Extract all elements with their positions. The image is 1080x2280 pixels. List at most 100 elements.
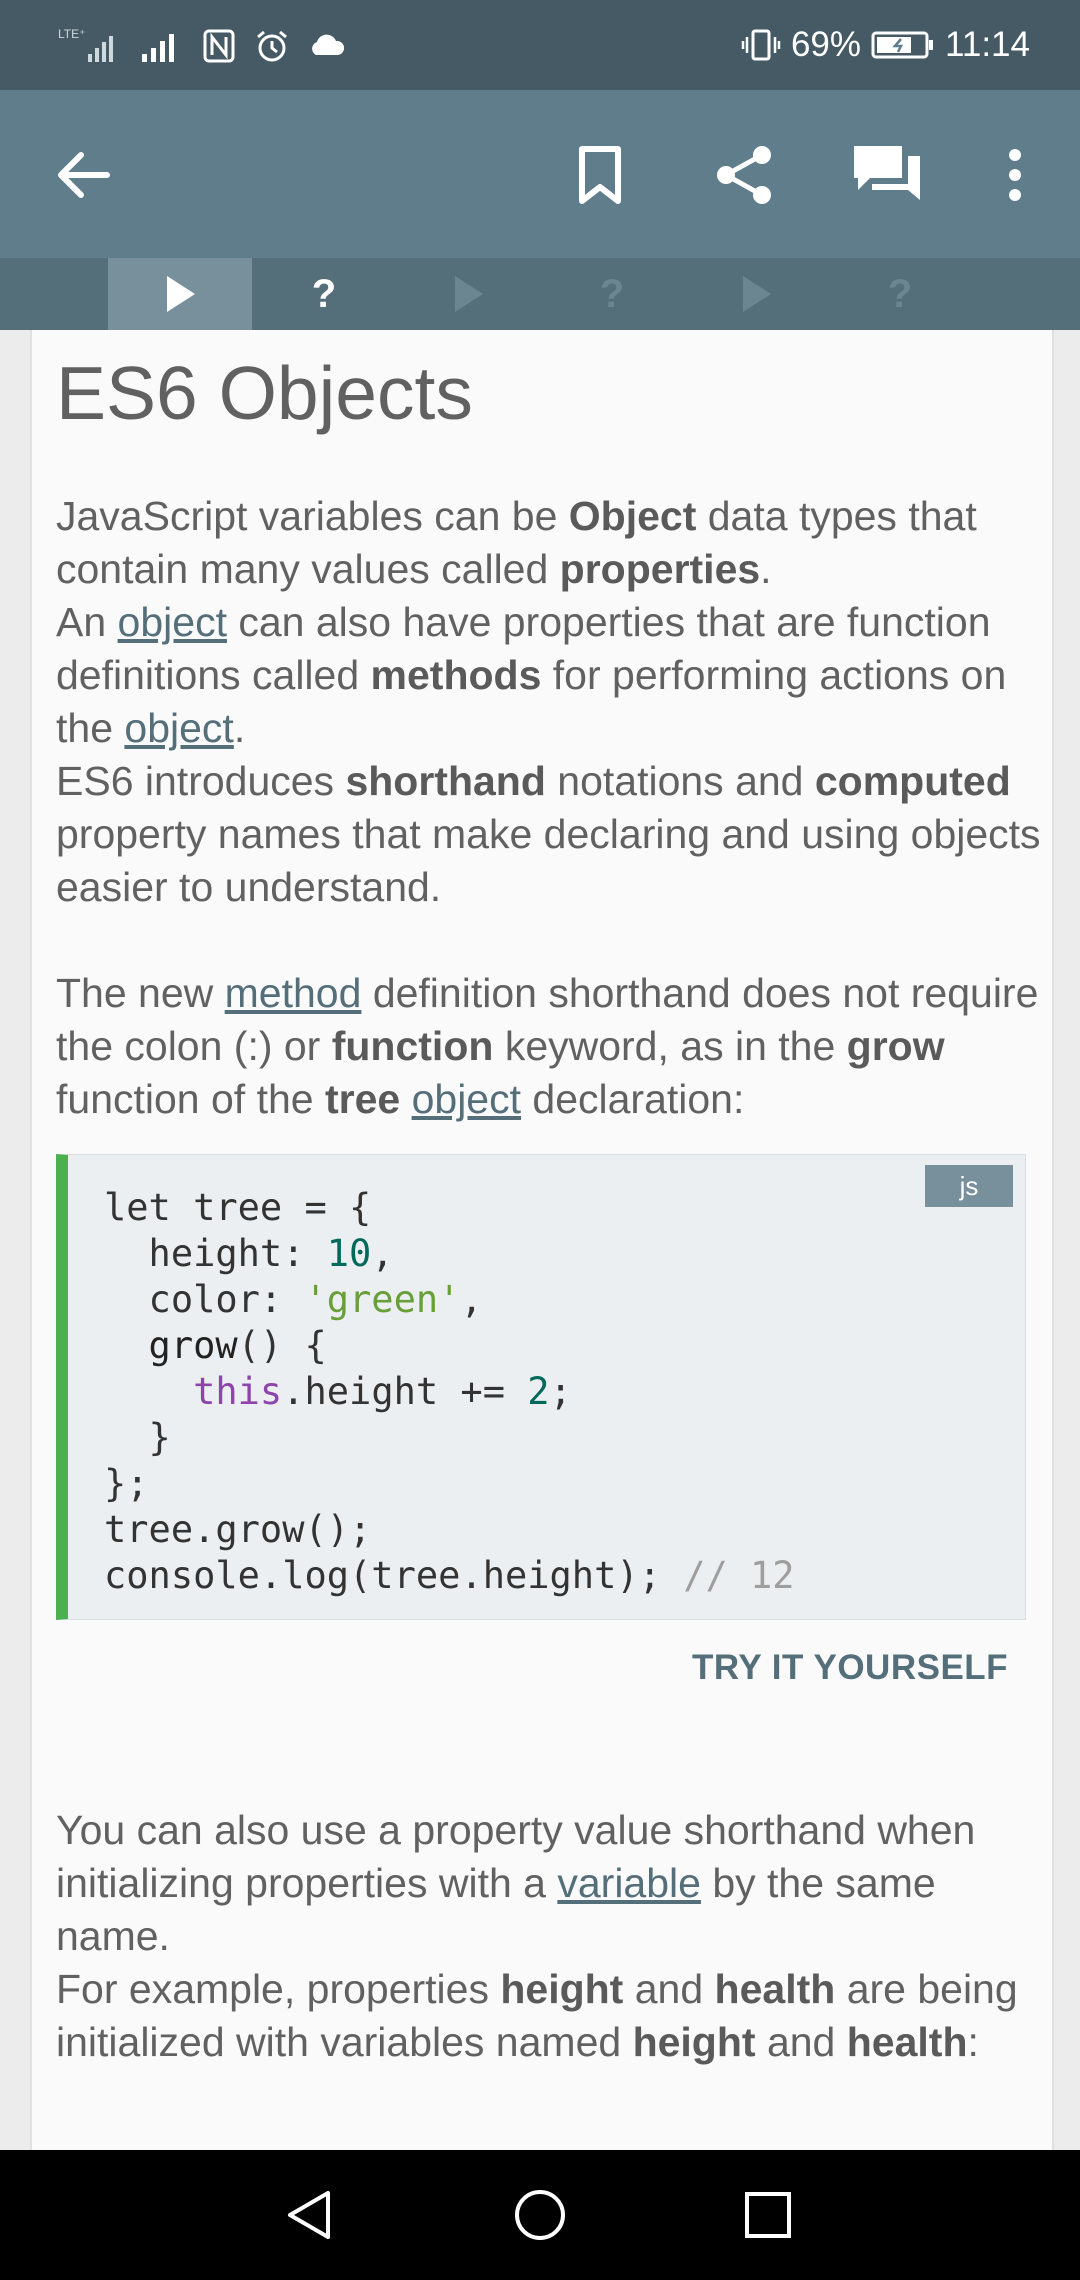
bold-text: height [500,1966,624,2012]
bold-text: methods [370,652,542,698]
code-line: } [104,1416,171,1459]
language-badge: js [925,1165,1013,1207]
clock-time: 11:14 [945,25,1030,64]
bold-text: function [331,1023,494,1069]
comments-button[interactable] [842,130,932,220]
quiz-icon: ? [887,271,913,316]
tab-quiz-2[interactable]: ? [540,258,684,330]
system-nav-bar [0,2150,1080,2280]
bold-text: height [632,2019,756,2065]
code-block: js let tree = { height: 10, color: 'gree… [56,1154,1026,1620]
back-arrow-icon [58,152,110,198]
text: JavaScript variables can be [56,493,569,539]
text: . [233,705,246,751]
code-punct: , [460,1278,483,1321]
status-right: 69% 11:14 [741,20,1030,70]
more-vert-icon [1009,149,1021,201]
more-options-button[interactable] [970,130,1060,220]
bold-text: properties [559,546,761,592]
nfc-icon [203,29,235,63]
play-icon [167,276,195,312]
glossary-link-object[interactable]: object [118,599,227,645]
try-it-yourself-button[interactable]: TRY IT YOURSELF [692,1648,1008,1688]
code-punct: () { [237,1324,327,1367]
share-button[interactable] [699,130,789,220]
text: keyword, as in the [493,1023,847,1069]
status-left-icons: LTE⁺ [58,24,346,68]
play-icon [455,276,483,312]
text: declaration: [521,1076,745,1122]
code-function-name: grow [104,1324,238,1367]
tab-quiz-1[interactable]: ? [252,258,396,330]
quiz-icon: ? [311,271,337,316]
vibrate-icon [741,29,781,61]
code-number: 10 [326,1232,372,1275]
bold-text: tree [324,1076,401,1122]
code-comment: // 12 [683,1554,795,1597]
text: and [755,2019,847,2065]
bold-text: computed [814,758,1011,804]
glossary-link-variable[interactable]: variable [557,1860,701,1906]
code-line: }; [104,1462,149,1505]
back-button[interactable] [38,130,128,220]
nav-recents-button[interactable] [733,2180,803,2250]
lesson-progress-tabs: ? ? ? [0,258,1080,330]
tab-quiz-3[interactable]: ? [828,258,972,330]
code-string: 'green' [304,1278,461,1321]
code-number: 2 [527,1370,550,1413]
play-icon [743,276,771,312]
alarm-icon [257,30,287,62]
bookmark-button[interactable] [555,130,645,220]
tab-lesson-2[interactable] [396,258,540,330]
text [400,1076,411,1122]
code-punct: ; [549,1370,572,1413]
svg-text:LTE⁺: LTE⁺ [58,27,85,41]
text: and [623,1966,715,2012]
bold-text: grow [846,1023,945,1069]
nav-back-button[interactable] [275,2180,345,2250]
code-text: let tree = { height: 10, color: 'green',… [104,1185,795,1599]
cloud-icon [312,34,345,55]
battery-percent: 69% [790,25,861,64]
text: For example, properties [56,1966,501,2012]
lte-signal-icon: LTE⁺ [58,27,113,62]
text: The new [56,970,225,1016]
text: An [56,599,118,645]
code-keyword: this [193,1370,283,1413]
code-line: tree.grow(); [104,1508,372,1551]
glossary-link-object[interactable]: object [124,705,233,751]
text: property names that make declaring and u… [56,811,1041,910]
code-line: console.log(tree.height); [104,1554,684,1597]
nav-recents-icon [745,2192,791,2238]
quiz-icon: ? [599,271,625,316]
share-icon [717,146,771,204]
paragraph-intro: JavaScript variables can be Object data … [56,490,1046,914]
bold-text: health [714,1966,836,2012]
app-toolbar [0,90,1080,258]
code-punct: , [371,1232,394,1275]
glossary-link-object[interactable]: object [412,1076,521,1122]
nav-back-icon [288,2191,330,2239]
text: : [967,2019,979,2065]
page-title: ES6 Objects [56,351,473,435]
code-line: height: [104,1232,327,1275]
nav-home-icon [515,2190,565,2240]
tab-lesson-3[interactable] [684,258,828,330]
text: function of the [56,1076,325,1122]
nav-home-button[interactable] [505,2180,575,2250]
bookmark-icon [579,146,621,204]
status-bar: LTE⁺ 69% 11:14 [0,0,1080,90]
paragraph-method-shorthand: The new method definition shorthand does… [56,967,1046,1126]
text: ES6 introduces [56,758,346,804]
code-line: .height += [282,1370,528,1413]
text: . [760,546,772,592]
lesson-card: ES6 Objects JavaScript variables can be … [30,330,1054,2150]
signal-icon [142,34,174,62]
glossary-link-method[interactable]: method [225,970,362,1016]
tab-lesson-1[interactable] [108,258,252,330]
bold-text: Object [568,493,697,539]
bold-text: health [846,2019,968,2065]
text: notations and [545,758,815,804]
paragraph-property-shorthand: You can also use a property value shorth… [56,1804,1046,2069]
